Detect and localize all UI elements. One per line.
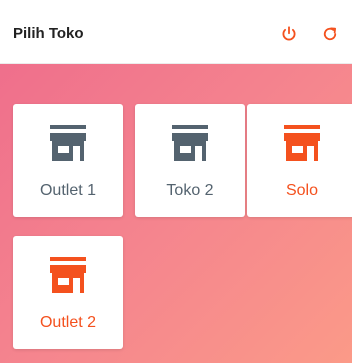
store-label: Outlet 2 (39, 314, 97, 331)
store-tile-outlet-1[interactable]: Outlet 1 (13, 104, 123, 217)
store-tile-outlet-2[interactable]: Outlet 2 (13, 236, 123, 349)
refresh-icon (323, 27, 337, 41)
store-label: Solo (285, 182, 319, 199)
app-header: Pilih Toko (0, 0, 352, 64)
page-title: Pilih Toko (13, 25, 84, 42)
store-picker-window: Pilih Toko Outlet 1 Toko 2 Solo Outlet 2 (0, 0, 352, 363)
store-tile-toko-2[interactable]: Toko 2 (135, 104, 245, 217)
store-label: Outlet 1 (39, 182, 97, 199)
power-button[interactable] (277, 22, 301, 46)
store-icon (50, 125, 86, 161)
power-icon (282, 26, 296, 41)
store-icon (172, 125, 208, 161)
store-grid: Outlet 1 Toko 2 Solo Outlet 2 (0, 64, 352, 363)
store-icon (284, 125, 320, 161)
store-tile-solo[interactable]: Solo (247, 104, 352, 217)
store-label: Toko 2 (166, 182, 214, 199)
store-icon (50, 257, 86, 293)
refresh-button[interactable] (318, 22, 342, 46)
